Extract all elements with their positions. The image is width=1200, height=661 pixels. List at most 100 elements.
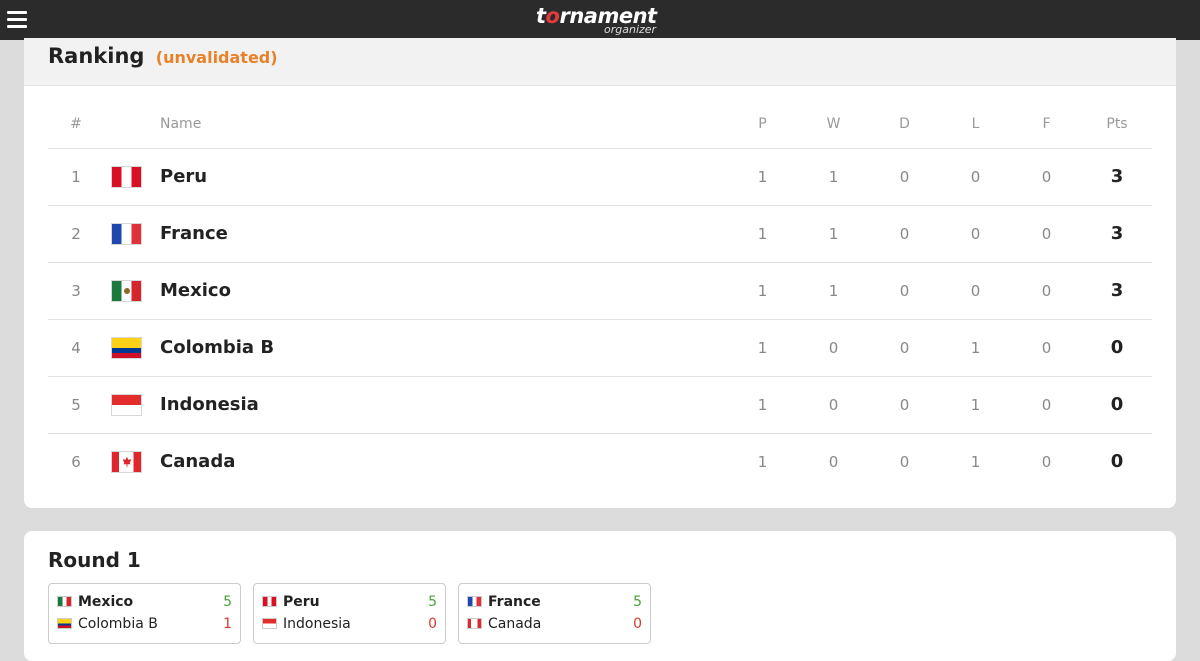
- flag-cell: [104, 205, 148, 263]
- mexico-flag-icon: [57, 596, 72, 607]
- table-row[interactable]: 3 Mexico 1 1 0 0 0 3: [48, 262, 1152, 320]
- indonesia-flag-icon: [110, 393, 142, 416]
- ranking-title: Ranking (unvalidated): [48, 44, 278, 68]
- team-score: 5: [428, 594, 437, 610]
- top-bar: tornament organizer: [0, 0, 1200, 40]
- team-name: Mexico: [78, 594, 134, 610]
- won-cell: 0: [798, 376, 869, 434]
- col-name[interactable]: Name: [148, 100, 727, 149]
- won-cell: 1: [798, 148, 869, 206]
- points-cell: 3: [1082, 262, 1152, 320]
- mexico-flag-icon: [110, 279, 142, 302]
- won-cell: 1: [798, 205, 869, 263]
- rank-cell: 3: [48, 262, 104, 320]
- ranking-table: # Name P W D L F Pts 1 Peru 1 1 0 0 0 3 …: [48, 100, 1152, 490]
- lost-cell: 1: [940, 319, 1011, 377]
- colombia-flag-icon: [57, 618, 72, 629]
- team-name[interactable]: Peru: [148, 148, 727, 206]
- round-card: Round 1 Mexico 5 Colombia B 1 Peru 5 Ind…: [24, 531, 1176, 661]
- indonesia-flag-icon: [262, 618, 277, 629]
- ranking-title-text: Ranking: [48, 44, 145, 68]
- team-score: 0: [428, 616, 437, 632]
- col-flag: [104, 100, 148, 149]
- match-team-home: Mexico 5: [57, 592, 232, 612]
- table-row[interactable]: 6 Canada 1 0 0 1 0 0: [48, 433, 1152, 490]
- team-score: 5: [633, 594, 642, 610]
- played-cell: 1: [727, 319, 798, 377]
- played-cell: 1: [757, 452, 768, 471]
- ranking-header: Ranking (unvalidated): [24, 38, 1176, 86]
- team-name[interactable]: France: [148, 205, 727, 263]
- forfeit-cell: 0: [1011, 205, 1082, 263]
- col-drawn[interactable]: D: [869, 100, 940, 149]
- points-cell: 0: [1110, 451, 1124, 473]
- lost-cell: 0: [940, 205, 1011, 263]
- drawn-cell: 0: [899, 452, 910, 471]
- peru-flag-icon: [262, 596, 277, 607]
- flag-cell: [104, 376, 148, 434]
- lost-cell: 0: [940, 148, 1011, 206]
- match-card[interactable]: Peru 5 Indonesia 0: [253, 583, 446, 644]
- app-logo[interactable]: tornament organizer: [536, 3, 666, 39]
- team-name[interactable]: Mexico: [148, 262, 727, 320]
- ranking-card: Ranking (unvalidated) # Name P W D L F P…: [24, 38, 1176, 508]
- team-name[interactable]: Indonesia: [148, 376, 727, 434]
- table-row[interactable]: 5 Indonesia 1 0 0 1 0 0: [48, 376, 1152, 434]
- won-cell: 1: [798, 262, 869, 320]
- played-cell: 1: [727, 376, 798, 434]
- won-cell: 0: [828, 452, 839, 471]
- team-name[interactable]: Canada: [148, 433, 727, 490]
- forfeit-cell: 0: [1011, 262, 1082, 320]
- france-flag-icon: [467, 596, 482, 607]
- table-row[interactable]: 1 Peru 1 1 0 0 0 3: [48, 148, 1152, 206]
- rank-cell: 2: [48, 205, 104, 263]
- flag-cell: [104, 433, 148, 490]
- points-cell: 3: [1082, 205, 1152, 263]
- drawn-cell: 0: [869, 376, 940, 434]
- peru-flag-icon: [110, 165, 142, 188]
- col-forfeit[interactable]: F: [1011, 100, 1082, 149]
- match-team-away: Colombia B 1: [57, 614, 232, 634]
- rank-cell: 1: [48, 148, 104, 206]
- lost-cell: 1: [940, 376, 1011, 434]
- match-team-home: France 5: [467, 592, 642, 612]
- team-name[interactable]: Colombia B: [148, 319, 727, 377]
- match-team-home: Peru 5: [262, 592, 437, 612]
- table-row[interactable]: 2 France 1 1 0 0 0 3: [48, 205, 1152, 263]
- col-lost[interactable]: L: [940, 100, 1011, 149]
- forfeit-cell: 0: [1041, 452, 1052, 471]
- drawn-cell: 0: [869, 205, 940, 263]
- lost-cell: 1: [970, 452, 981, 471]
- table-row[interactable]: 4 Colombia B 1 0 0 1 0 0: [48, 319, 1152, 377]
- round-title: Round 1: [48, 548, 141, 572]
- col-points[interactable]: Pts: [1082, 100, 1152, 149]
- canada-flag-icon: [467, 618, 482, 629]
- rank-cell: 5: [48, 376, 104, 434]
- col-played[interactable]: P: [727, 100, 798, 149]
- forfeit-cell: 0: [1011, 148, 1082, 206]
- team-name: Indonesia: [283, 616, 351, 632]
- ranking-status: (unvalidated): [155, 48, 278, 67]
- team-score: 5: [223, 594, 232, 610]
- points-cell: 3: [1082, 148, 1152, 206]
- team-score: 0: [633, 616, 642, 632]
- col-rank[interactable]: #: [48, 100, 104, 149]
- ranking-header-row: # Name P W D L F Pts: [48, 100, 1152, 149]
- flag-cell: [104, 319, 148, 377]
- forfeit-cell: 0: [1011, 376, 1082, 434]
- team-name: Canada: [488, 616, 542, 632]
- match-card[interactable]: Mexico 5 Colombia B 1: [48, 583, 241, 644]
- match-team-away: Indonesia 0: [262, 614, 437, 634]
- col-won[interactable]: W: [798, 100, 869, 149]
- points-cell: 0: [1082, 319, 1152, 377]
- match-card[interactable]: France 5 Canada 0: [458, 583, 651, 644]
- logo-ring-icon: o: [545, 4, 560, 28]
- rank-cell: 6: [71, 452, 81, 471]
- team-name: Peru: [283, 594, 320, 610]
- logo-subtitle: organizer: [604, 23, 657, 36]
- drawn-cell: 0: [869, 262, 940, 320]
- team-score: 1: [223, 616, 232, 632]
- team-name: France: [488, 594, 541, 610]
- rank-cell: 4: [48, 319, 104, 377]
- hamburger-menu-icon[interactable]: [7, 9, 29, 29]
